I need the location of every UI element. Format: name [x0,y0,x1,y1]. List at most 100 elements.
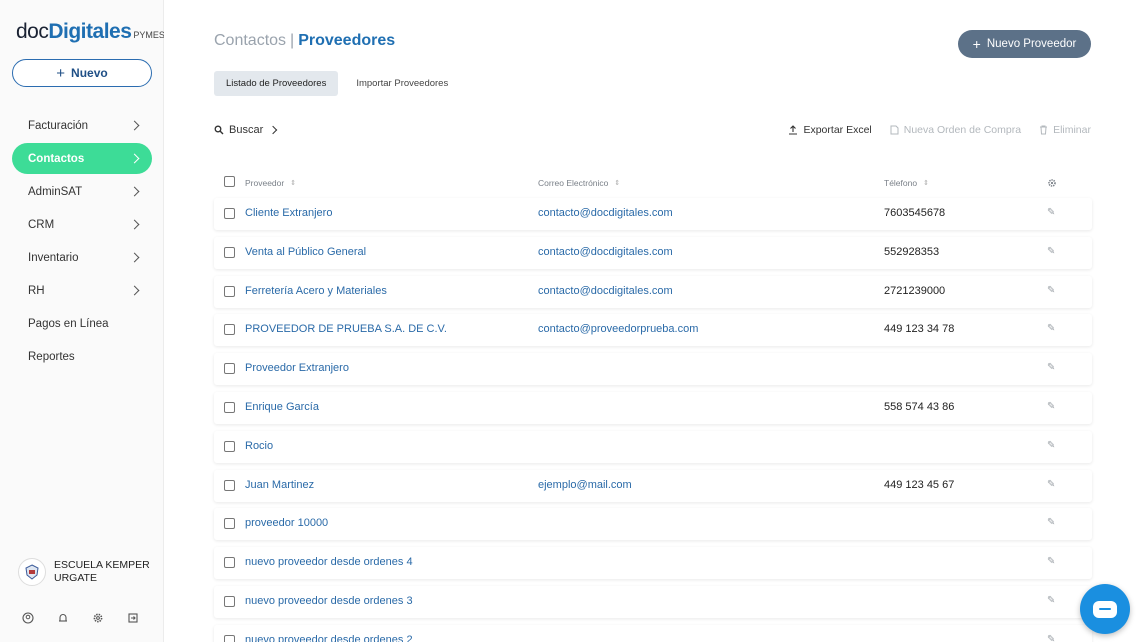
column-email[interactable]: Correo Electrónico ⇕ [538,178,620,188]
edit-icon[interactable]: ✎ [1047,285,1055,296]
edit-icon[interactable]: ✎ [1047,246,1055,257]
sidebar: doc Digitales PYMES + Nuevo Facturación C… [0,0,165,642]
supplier-phone: 558 574 43 86 [884,400,955,413]
sidebar-item-label: Contactos [28,152,85,165]
edit-icon[interactable]: ✎ [1047,556,1055,567]
edit-icon[interactable]: ✎ [1047,595,1055,606]
page-title: Proveedores [298,32,396,49]
column-phone-label: Télefono [884,178,918,188]
sidebar-item-adminsat[interactable]: AdminSAT [12,176,152,207]
sidebar-item-facturación[interactable]: Facturación [12,110,152,141]
supplier-name-link[interactable]: nuevo proveedor desde ordenes 4 [245,556,413,568]
trash-icon [1040,125,1048,135]
column-phone[interactable]: Télefono ⇕ [884,178,929,188]
new-supplier-label: Nuevo Proveedor [986,38,1077,50]
supplier-name-link[interactable]: Cliente Extranjero [245,207,332,219]
row-checkbox[interactable] [224,401,235,413]
row-checkbox[interactable] [224,285,235,297]
chevron-right-icon [129,285,140,296]
edit-icon[interactable]: ✎ [1047,517,1055,528]
school-crest-icon [25,564,39,580]
supplier-name-link[interactable]: Enrique García [245,401,319,413]
chat-icon [1093,600,1117,618]
gear-icon[interactable] [92,612,104,624]
user-profile[interactable]: ESCUELA KEMPER URGATE [18,558,154,586]
row-checkbox[interactable] [224,479,235,491]
new-purchase-order-label: Nueva Orden de Compra [903,124,1022,136]
account-icon[interactable] [22,612,34,624]
breadcrumb-section[interactable]: Contactos [214,32,286,49]
table-row: Rocio ✎ [214,430,1092,463]
row-checkbox[interactable] [224,595,235,607]
supplier-name-link[interactable]: Juan Martinez [245,479,314,491]
select-all-checkbox[interactable] [224,176,235,187]
sidebar-item-inventario[interactable]: Inventario [12,242,152,273]
supplier-name-link[interactable]: Ferretería Acero y Materiales [245,285,387,297]
edit-icon[interactable]: ✎ [1047,440,1055,451]
supplier-name-link[interactable]: nuevo proveedor desde ordenes 3 [245,595,413,607]
logout-icon[interactable] [127,612,139,624]
supplier-name-link[interactable]: nuevo proveedor desde ordenes 2 [245,634,413,642]
row-checkbox[interactable] [224,246,235,258]
sidebar-item-reportes[interactable]: Reportes [12,341,152,372]
brand-logo[interactable]: doc Digitales PYMES [16,20,165,44]
footer-icons [22,612,139,624]
sidebar-item-crm[interactable]: CRM [12,209,152,240]
delete-button[interactable]: Eliminar [1039,124,1091,136]
table-row: Venta al Público General contacto@docdigi… [214,236,1092,269]
edit-icon[interactable]: ✎ [1047,479,1055,490]
table-row: Juan Martinez ejemplo@mail.com 449 123 45 … [214,469,1092,502]
tabs: Listado de Proveedores Importar Proveedo… [214,71,460,96]
supplier-name-link[interactable]: Venta al Público General [245,246,366,258]
new-button-label: Nuevo [71,66,108,80]
new-purchase-order-button[interactable]: Nueva Orden de Compra [890,124,1021,136]
sidebar-item-rh[interactable]: RH [12,275,152,306]
column-settings[interactable] [1047,178,1057,188]
edit-icon[interactable]: ✎ [1047,362,1055,373]
sidebar-item-label: Reportes [28,350,75,363]
supplier-name-link[interactable]: Rocio [245,440,273,452]
column-supplier[interactable]: Proveedor ⇕ [245,178,296,188]
new-button[interactable]: + Nuevo [12,59,152,87]
edit-icon[interactable]: ✎ [1047,401,1055,412]
supplier-phone: 2721239000 [884,284,946,297]
supplier-email: contacto@docdigitales.com [538,207,673,219]
table-row: nuevo proveedor desde ordenes 4 ✎ [214,547,1092,580]
table-row: nuevo proveedor desde ordenes 3 ✎ [214,585,1092,618]
row-checkbox[interactable] [224,440,235,452]
export-excel-button[interactable]: Exportar Excel [788,124,872,136]
column-email-label: Correo Electrónico [538,178,609,188]
search-icon [214,125,224,135]
sidebar-item-pagos-en-línea[interactable]: Pagos en Línea [12,308,152,339]
edit-icon[interactable]: ✎ [1047,207,1055,218]
bell-icon[interactable] [57,612,69,624]
supplier-phone: 7603545678 [884,207,946,219]
tab-import-suppliers[interactable]: Importar Proveedores [344,71,460,96]
supplier-phone: 449 123 34 78 [884,323,955,336]
supplier-email: ejemplo@mail.com [538,478,632,491]
toolbar: Buscar Exportar Excel Nueva Orden de Com… [214,124,1091,140]
row-checkbox[interactable] [224,518,235,530]
chevron-right-icon [129,153,140,164]
chevron-right-icon [129,186,140,197]
search-toggle[interactable]: Buscar [214,124,278,136]
row-checkbox[interactable] [224,363,235,375]
supplier-name-link[interactable]: Proveedor Extranjero [245,362,349,374]
plus-icon: + [972,36,981,52]
chat-button[interactable] [1080,584,1130,634]
new-supplier-button[interactable]: + Nuevo Proveedor [958,30,1091,58]
supplier-name-link[interactable]: PROVEEDOR DE PRUEBA S.A. DE C.V. [245,323,447,335]
row-checkbox[interactable] [224,324,235,336]
sidebar-item-label: RH [28,284,45,297]
sidebar-item-contactos[interactable]: Contactos [12,143,152,174]
brand-doc: doc [16,20,49,43]
row-checkbox[interactable] [224,208,235,219]
edit-icon[interactable]: ✎ [1047,634,1055,642]
row-checkbox[interactable] [224,557,235,569]
edit-icon[interactable]: ✎ [1047,323,1055,334]
supplier-phone: 552928353 [884,245,940,258]
row-checkbox[interactable] [224,634,235,642]
tab-supplier-list[interactable]: Listado de Proveedores [214,71,339,96]
gear-icon [1048,179,1056,187]
supplier-name-link[interactable]: proveedor 10000 [245,517,328,529]
